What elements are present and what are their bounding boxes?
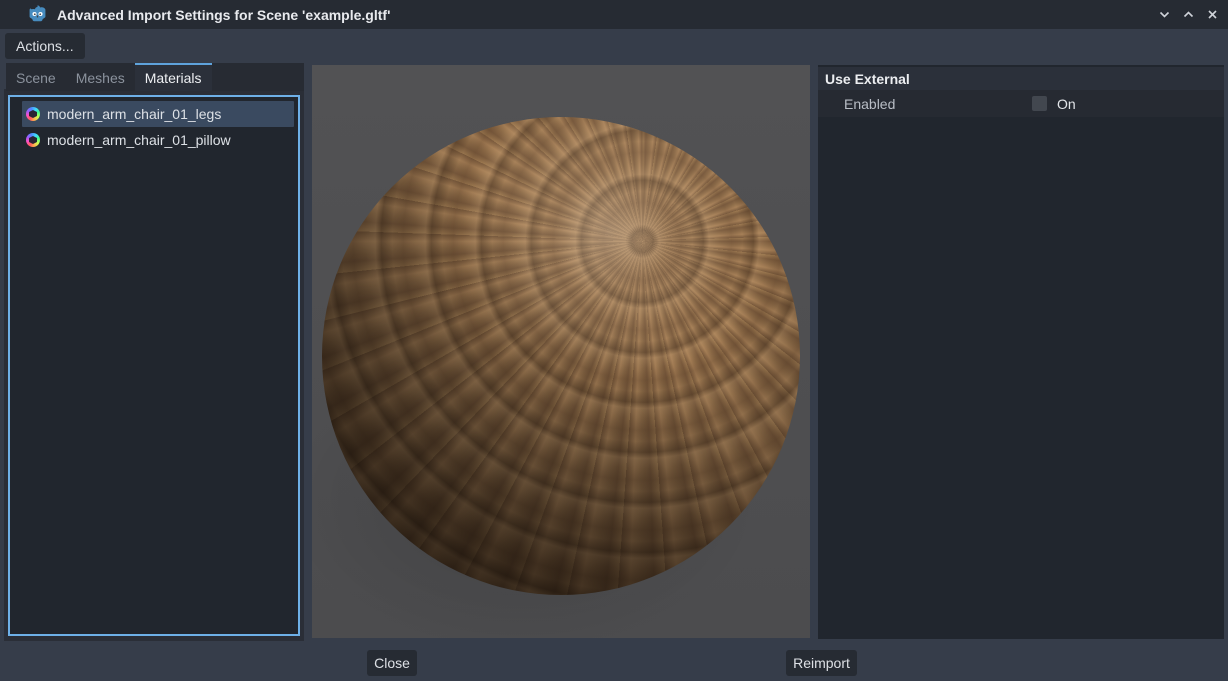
- material-orb-icon: [26, 107, 40, 121]
- dialog-title: Advanced Import Settings for Scene 'exam…: [57, 7, 390, 23]
- property-row-enabled: Enabled On: [818, 90, 1224, 117]
- materials-list: modern_arm_chair_01_legs modern_arm_chai…: [8, 95, 300, 636]
- menubar: Actions...: [0, 29, 1228, 63]
- list-item-material-legs[interactable]: modern_arm_chair_01_legs: [22, 101, 294, 127]
- list-item-material-pillow[interactable]: modern_arm_chair_01_pillow: [22, 127, 294, 153]
- maximize-icon[interactable]: [1181, 7, 1196, 22]
- advanced-import-settings-dialog: Advanced Import Settings for Scene 'exam…: [0, 0, 1228, 681]
- inspector-panel: Use External Enabled On: [818, 65, 1224, 639]
- actions-button[interactable]: Actions...: [5, 33, 85, 59]
- reimport-button[interactable]: Reimport: [786, 650, 857, 676]
- material-name: modern_arm_chair_01_pillow: [47, 132, 231, 148]
- enabled-checkbox[interactable]: [1032, 96, 1047, 111]
- window-controls: [1157, 0, 1220, 29]
- property-label: Enabled: [844, 96, 895, 112]
- material-preview-viewport[interactable]: [312, 65, 810, 638]
- tab-materials[interactable]: Materials: [135, 63, 212, 91]
- close-icon[interactable]: [1205, 7, 1220, 22]
- tab-bar: Scene Meshes Materials: [6, 63, 304, 91]
- tab-scene[interactable]: Scene: [6, 63, 66, 91]
- close-button[interactable]: Close: [367, 650, 417, 676]
- property-editor: On: [1032, 96, 1076, 112]
- checkbox-state-label: On: [1057, 96, 1076, 112]
- titlebar: Advanced Import Settings for Scene 'exam…: [0, 0, 1228, 29]
- minimize-icon[interactable]: [1157, 7, 1172, 22]
- godot-logo-icon: [28, 5, 47, 24]
- inspector-section-use-external: Use External: [818, 67, 1224, 90]
- preview-sphere: [322, 117, 800, 595]
- material-orb-icon: [26, 133, 40, 147]
- material-name: modern_arm_chair_01_legs: [47, 106, 221, 122]
- tab-meshes[interactable]: Meshes: [66, 63, 135, 91]
